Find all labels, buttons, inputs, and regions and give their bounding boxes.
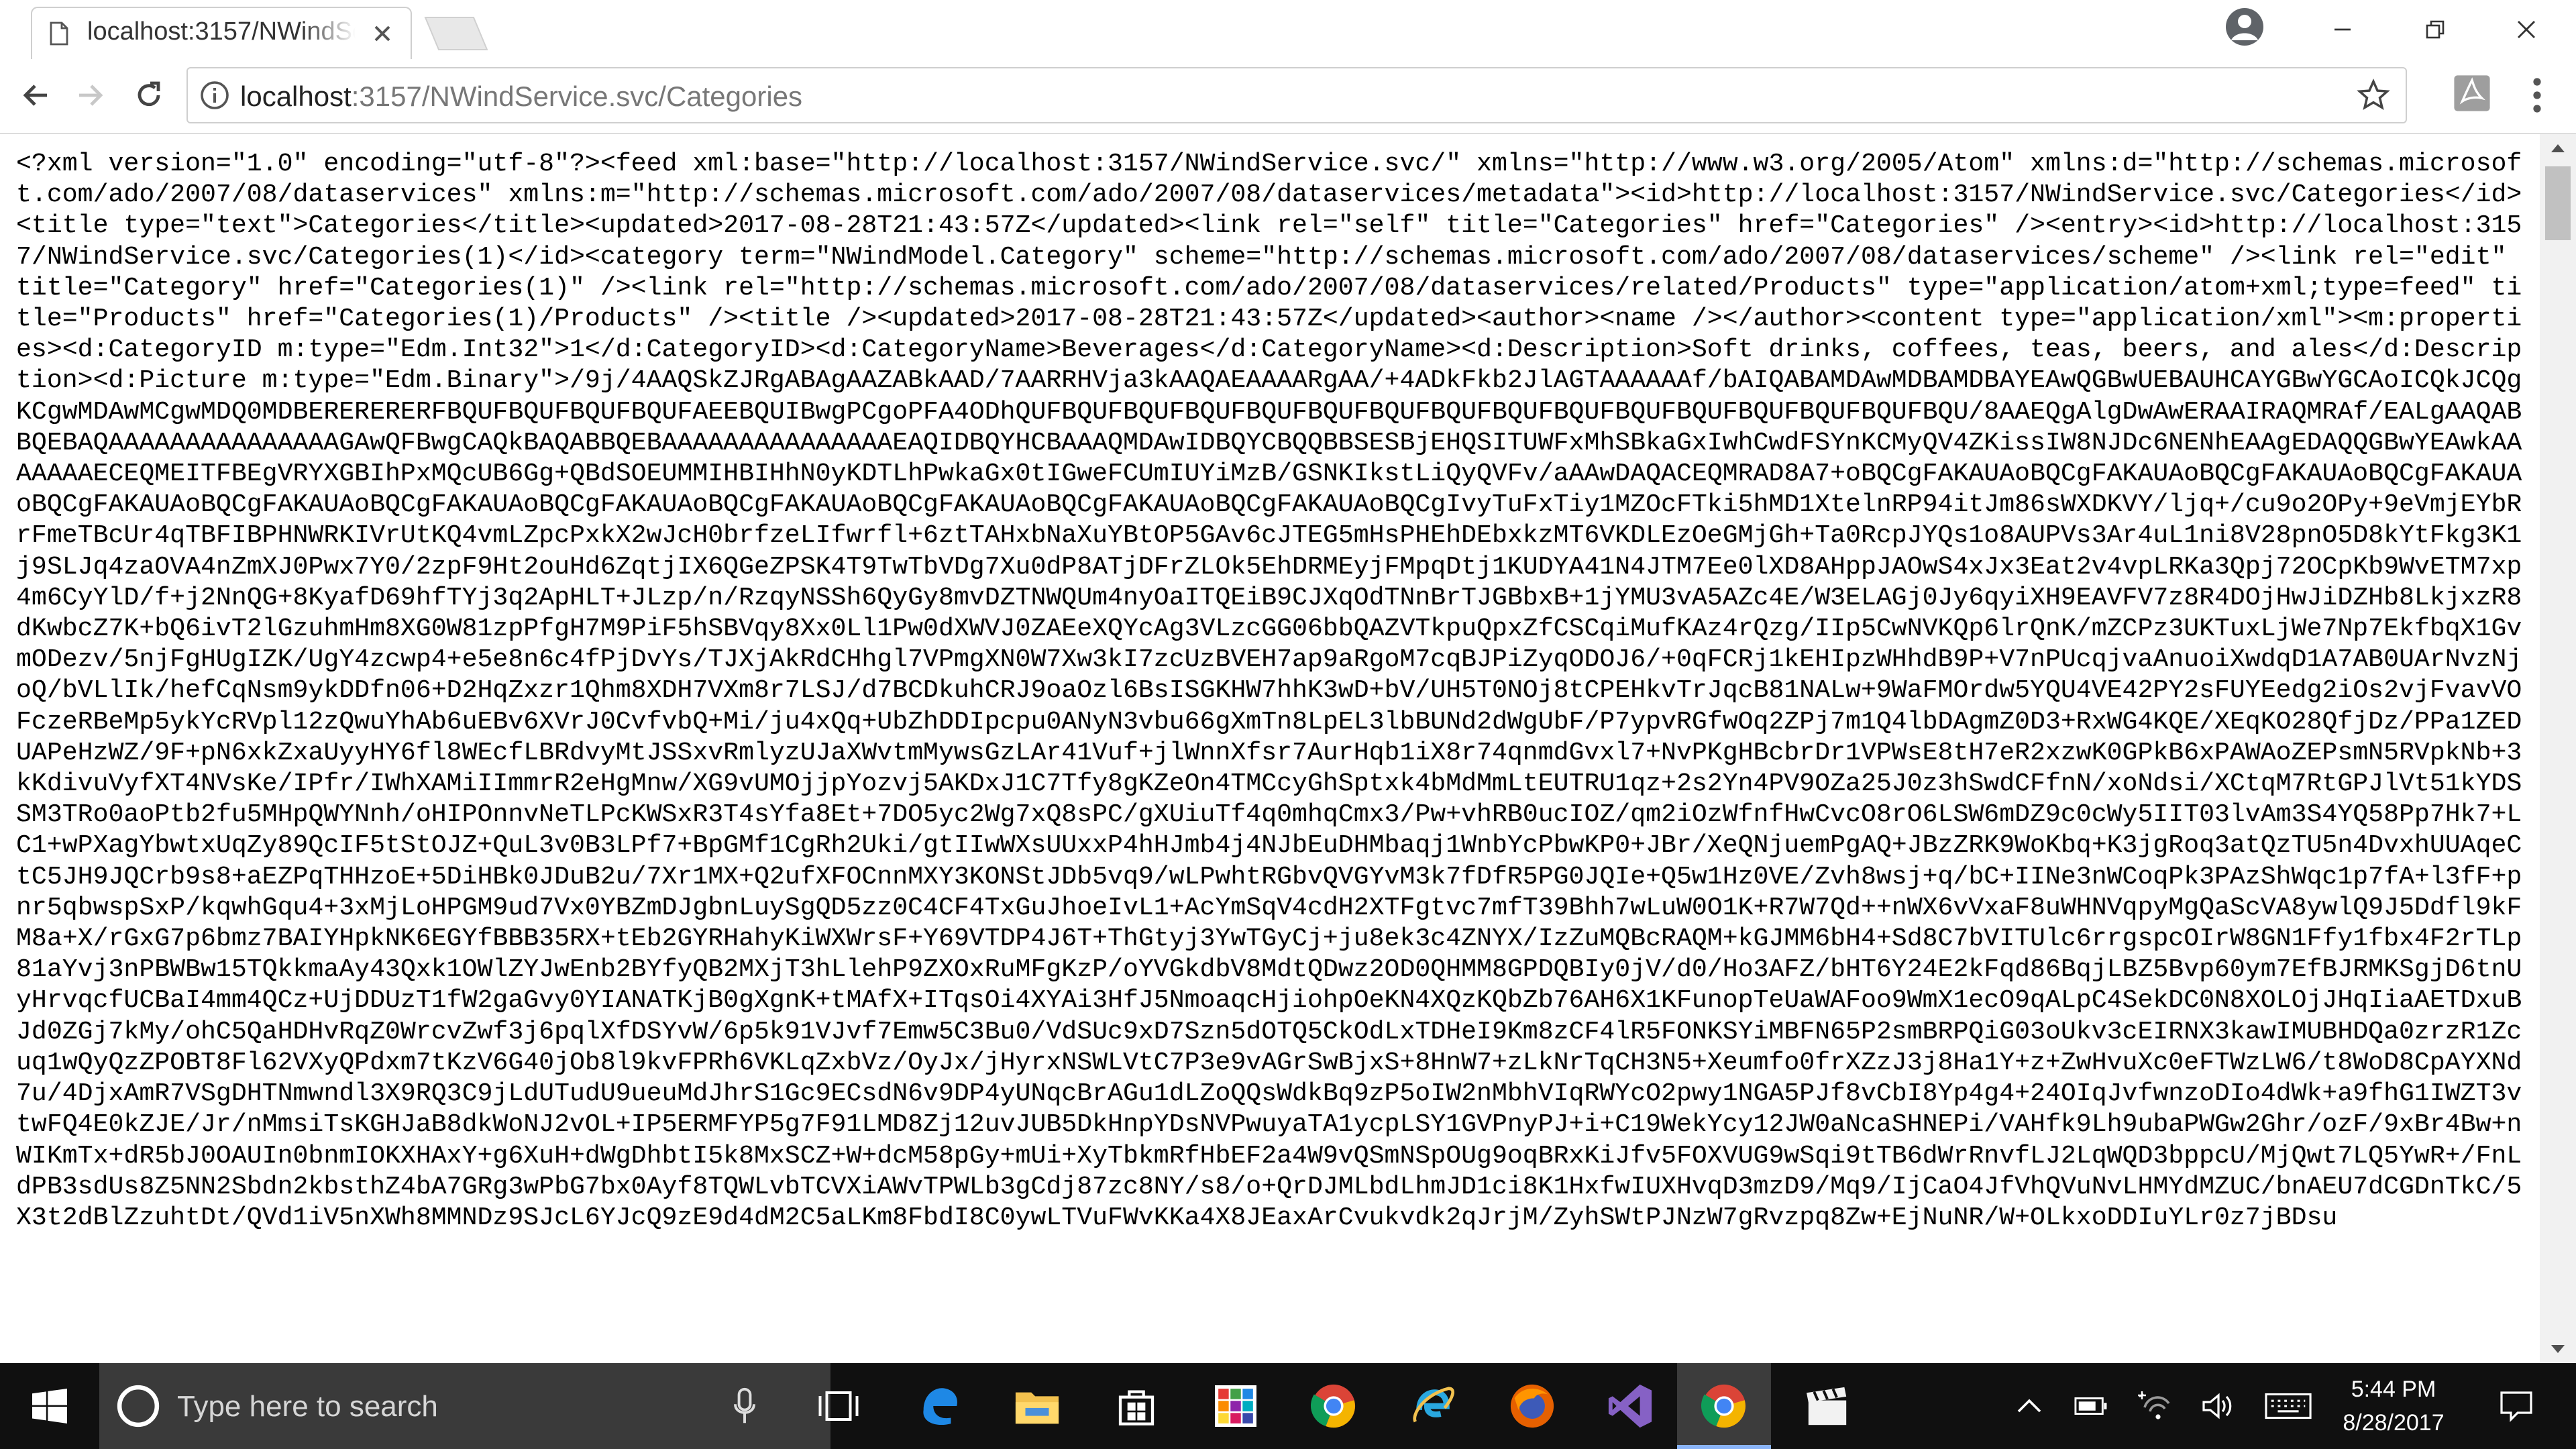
minimize-button[interactable] xyxy=(2316,8,2369,51)
clock-time: 5:44 PM xyxy=(2351,1377,2436,1402)
browser-toolbar: localhost:3157/NWindService.svc/Categori… xyxy=(0,59,2576,134)
scroll-up-arrow-icon xyxy=(2551,144,2565,152)
search-placeholder: Type here to search xyxy=(177,1390,438,1423)
start-button[interactable] xyxy=(3,1363,97,1449)
windows-taskbar: Type here to search 5:44 PM 8/28/2017 xyxy=(0,1363,2576,1449)
reload-button[interactable] xyxy=(127,74,170,117)
taskbar-search-box[interactable]: Type here to search xyxy=(99,1363,830,1449)
url-host: localhost xyxy=(240,80,352,112)
taskbar-office[interactable] xyxy=(1189,1363,1283,1449)
scrollbar-thumb[interactable] xyxy=(2545,166,2571,240)
taskbar-chrome[interactable] xyxy=(1287,1363,1381,1449)
speaker-icon xyxy=(2202,1393,2232,1419)
vertical-scrollbar[interactable] xyxy=(2540,134,2576,1363)
info-icon[interactable] xyxy=(200,80,229,110)
taskbar-store[interactable] xyxy=(1089,1363,1183,1449)
forward-button[interactable] xyxy=(68,74,111,117)
address-bar[interactable]: localhost:3157/NWindService.svc/Categori… xyxy=(186,67,2407,123)
pdf-extension-icon[interactable] xyxy=(2453,74,2491,113)
notification-icon xyxy=(2500,1391,2532,1422)
clapperboard-icon xyxy=(1807,1387,1847,1426)
forward-arrow-icon xyxy=(79,85,103,106)
battery-button[interactable] xyxy=(2068,1363,2114,1449)
taskbar-visual-studio[interactable] xyxy=(1583,1363,1677,1449)
task-view-icon xyxy=(818,1391,859,1421)
network-button[interactable] xyxy=(2131,1363,2178,1449)
taskbar-chrome-active[interactable] xyxy=(1677,1363,1771,1449)
edge-icon xyxy=(923,1388,957,1426)
address-url[interactable]: localhost:3157/NWindService.svc/Categori… xyxy=(240,80,802,113)
office-grid-icon xyxy=(1215,1385,1256,1427)
new-tab-button[interactable] xyxy=(423,16,490,51)
taskbar-movie-maker[interactable] xyxy=(1780,1363,1874,1449)
close-tab-icon[interactable] xyxy=(369,20,396,47)
browser-tab-strip: localhost:3157/NWindService.svc/Categori… xyxy=(0,0,2576,59)
taskbar-firefox[interactable] xyxy=(1485,1363,1579,1449)
close-window-button[interactable] xyxy=(2500,8,2553,51)
minimize-icon xyxy=(2334,28,2351,31)
taskbar-file-explorer[interactable] xyxy=(990,1363,1084,1449)
reload-icon xyxy=(138,81,160,107)
tab-title: localhost:3157/NWindService.svc/Categori… xyxy=(87,17,356,46)
back-button[interactable] xyxy=(15,74,58,117)
action-center-button[interactable] xyxy=(2486,1363,2546,1449)
scroll-up-button[interactable] xyxy=(2540,134,2576,161)
chrome-icon xyxy=(1310,1384,1356,1428)
visual-studio-icon xyxy=(1608,1384,1652,1428)
keyboard-icon xyxy=(2265,1393,2312,1419)
microphone-icon[interactable] xyxy=(730,1387,759,1425)
volume-button[interactable] xyxy=(2195,1363,2242,1449)
cortana-icon xyxy=(117,1385,160,1428)
internet-explorer-icon xyxy=(1413,1387,1455,1423)
taskbar-edge[interactable] xyxy=(892,1363,986,1449)
battery-icon xyxy=(2074,1397,2107,1415)
page-content: <?xml version="1.0" encoding="utf-8"?><f… xyxy=(0,134,2576,1363)
scroll-down-button[interactable] xyxy=(2540,1336,2576,1363)
back-arrow-icon xyxy=(23,85,47,106)
url-path: :3157/NWindService.svc/Categories xyxy=(351,80,803,112)
touch-keyboard-button[interactable] xyxy=(2259,1363,2317,1449)
scroll-down-arrow-icon xyxy=(2551,1345,2565,1353)
browser-tab[interactable]: localhost:3157/NWindService.svc/Categori… xyxy=(31,7,412,59)
taskbar-internet-explorer[interactable] xyxy=(1386,1363,1480,1449)
taskbar-clock[interactable]: 5:44 PM 8/28/2017 xyxy=(2326,1373,2461,1440)
show-hidden-icons-button[interactable] xyxy=(2006,1363,2053,1449)
menu-kebab-icon[interactable] xyxy=(2524,74,2551,117)
wifi-icon xyxy=(2138,1391,2170,1419)
restore-button[interactable] xyxy=(2408,8,2462,51)
chrome-icon xyxy=(1701,1384,1746,1428)
firefox-icon xyxy=(1510,1384,1554,1428)
bookmark-star-icon[interactable] xyxy=(2356,78,2391,113)
xml-document-text: <?xml version="1.0" encoding="utf-8"?><f… xyxy=(16,150,2522,1232)
task-view-button[interactable] xyxy=(792,1363,885,1449)
restore-icon xyxy=(2426,20,2445,39)
profile-icon[interactable] xyxy=(2224,7,2265,47)
store-bag-icon xyxy=(1118,1390,1155,1426)
close-icon xyxy=(2518,21,2535,38)
chevron-up-icon xyxy=(2017,1399,2041,1413)
file-explorer-icon xyxy=(1015,1392,1059,1424)
document-icon xyxy=(50,21,68,46)
clock-date: 8/28/2017 xyxy=(2343,1410,2445,1436)
windows-logo-icon xyxy=(32,1389,67,1424)
